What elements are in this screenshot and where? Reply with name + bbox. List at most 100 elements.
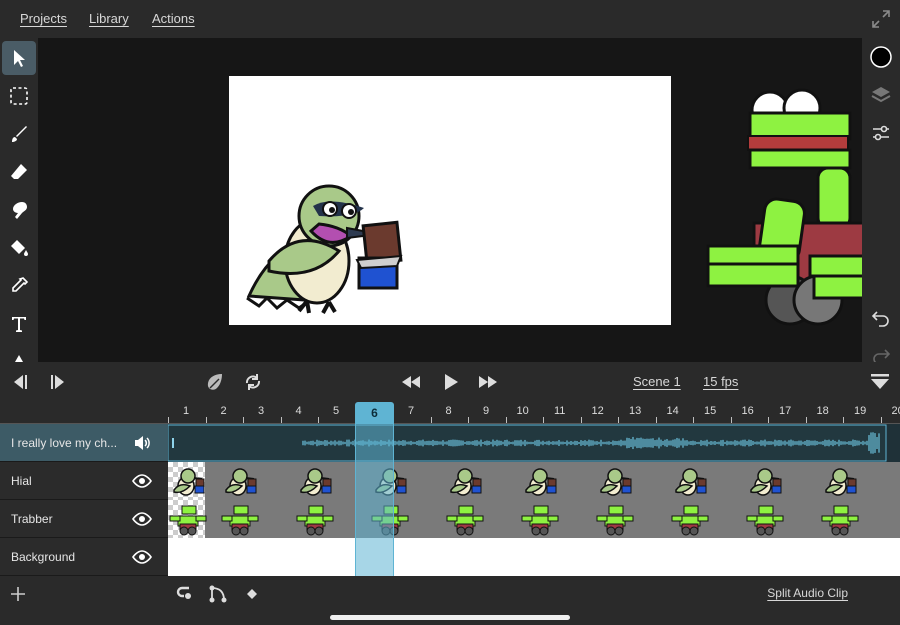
frame-number[interactable]: 7 bbox=[408, 405, 414, 417]
frame-number[interactable]: 18 bbox=[817, 405, 829, 417]
hial-frame-thumbnail[interactable] bbox=[520, 464, 560, 498]
frame-number[interactable]: 16 bbox=[742, 405, 754, 417]
marquee-tool[interactable] bbox=[2, 79, 36, 113]
audio-track[interactable] bbox=[168, 424, 900, 462]
marquee-icon bbox=[10, 87, 28, 105]
trabber-frame-thumbnail[interactable] bbox=[520, 502, 560, 536]
color-swatch[interactable] bbox=[868, 44, 894, 70]
hial-frame-thumbnail[interactable] bbox=[595, 464, 635, 498]
step-forward-icon bbox=[51, 375, 64, 389]
current-frame-marker[interactable]: 6 bbox=[355, 402, 394, 424]
hial-frame-thumbnail[interactable] bbox=[670, 464, 710, 498]
scene-selector[interactable]: Scene 1 bbox=[633, 374, 681, 389]
home-indicator bbox=[330, 615, 570, 620]
frame-number[interactable]: 12 bbox=[592, 405, 604, 417]
trabber-frame-thumbnail[interactable] bbox=[168, 502, 208, 536]
prev-frame-button[interactable] bbox=[8, 371, 30, 393]
collapse-timeline-button[interactable] bbox=[869, 371, 891, 393]
frame-number[interactable]: 20 bbox=[892, 405, 900, 417]
right-panel bbox=[862, 38, 900, 365]
layer-trabber[interactable]: Trabber bbox=[0, 500, 168, 538]
next-frame-button[interactable] bbox=[48, 371, 70, 393]
trabber-frame-thumbnail[interactable] bbox=[220, 502, 260, 536]
drawing-canvas[interactable] bbox=[229, 76, 671, 325]
add-layer-icon[interactable] bbox=[8, 584, 28, 604]
eye-icon[interactable] bbox=[132, 471, 152, 491]
trabber-frame-thumbnail[interactable] bbox=[670, 502, 710, 536]
eye-icon[interactable] bbox=[132, 547, 152, 567]
tween-icon[interactable] bbox=[208, 584, 228, 604]
trabber-track[interactable] bbox=[168, 500, 900, 538]
expand-icon[interactable] bbox=[870, 8, 892, 30]
layers-icon bbox=[871, 87, 891, 103]
fill-tool[interactable] bbox=[2, 231, 36, 265]
background-track[interactable] bbox=[168, 538, 900, 576]
actions-menu[interactable]: Actions bbox=[152, 11, 195, 26]
layer-name: Background bbox=[11, 550, 76, 564]
frame-tick bbox=[768, 417, 769, 423]
projects-menu[interactable]: Projects bbox=[20, 11, 67, 26]
fast-forward-button[interactable] bbox=[477, 371, 499, 393]
select-tool[interactable] bbox=[2, 41, 36, 75]
library-menu[interactable]: Library bbox=[89, 11, 129, 26]
frame-number[interactable]: 11 bbox=[554, 405, 565, 417]
split-audio-clip-button[interactable]: Split Audio Clip bbox=[767, 586, 848, 600]
brush-tool[interactable] bbox=[2, 117, 36, 151]
keyframe-icon[interactable] bbox=[242, 584, 262, 604]
text-icon bbox=[12, 317, 26, 332]
stage-area[interactable] bbox=[38, 38, 862, 362]
rewind-button[interactable] bbox=[400, 371, 422, 393]
hial-track[interactable] bbox=[168, 462, 900, 500]
frame-number[interactable]: 5 bbox=[333, 405, 339, 417]
frame-number[interactable]: 15 bbox=[704, 405, 716, 417]
eyedropper-tool[interactable] bbox=[2, 269, 36, 303]
trabber-frame-thumbnail[interactable] bbox=[595, 502, 635, 536]
frame-tool-icon[interactable] bbox=[175, 584, 195, 604]
layer-background[interactable]: Background bbox=[0, 538, 168, 576]
timeline-corner bbox=[0, 402, 168, 424]
frame-ruler[interactable]: 123457891011121314151617181920 bbox=[168, 402, 900, 424]
smudge-tool[interactable] bbox=[2, 193, 36, 227]
text-tool[interactable] bbox=[2, 307, 36, 341]
fps-selector[interactable]: 15 fps bbox=[703, 374, 738, 389]
frame-number[interactable]: 17 bbox=[779, 405, 791, 417]
frame-number[interactable]: 2 bbox=[221, 405, 227, 417]
frame-number[interactable]: 1 bbox=[183, 405, 189, 417]
frame-tick bbox=[580, 417, 582, 423]
current-frame-column bbox=[355, 424, 394, 576]
eraser-tool[interactable] bbox=[2, 155, 36, 189]
trabber-frame-thumbnail[interactable] bbox=[820, 502, 860, 536]
frame-number[interactable]: 9 bbox=[483, 405, 489, 417]
hial-frame-thumbnail[interactable] bbox=[168, 464, 208, 498]
hial-frame-thumbnail[interactable] bbox=[445, 464, 485, 498]
frame-number[interactable]: 4 bbox=[296, 405, 302, 417]
layer-audio[interactable]: I really love my ch... bbox=[0, 424, 168, 462]
eye-icon[interactable] bbox=[132, 509, 152, 529]
loop-button[interactable] bbox=[242, 371, 264, 393]
brush-icon bbox=[12, 126, 27, 142]
frame-tick bbox=[543, 417, 544, 423]
frame-number[interactable]: 19 bbox=[854, 405, 866, 417]
frame-number[interactable]: 3 bbox=[258, 405, 264, 417]
trabber-frame-thumbnail[interactable] bbox=[445, 502, 485, 536]
layer-hial[interactable]: Hial bbox=[0, 462, 168, 500]
adjustments-button[interactable] bbox=[868, 120, 894, 146]
layer-name: Hial bbox=[11, 474, 32, 488]
undo-button[interactable] bbox=[868, 304, 894, 330]
hial-frame-thumbnail[interactable] bbox=[295, 464, 335, 498]
frame-number[interactable]: 13 bbox=[629, 405, 641, 417]
frame-number[interactable]: 14 bbox=[667, 405, 679, 417]
layers-button[interactable] bbox=[868, 82, 894, 108]
frame-number[interactable]: 10 bbox=[517, 405, 529, 417]
frame-number[interactable]: 8 bbox=[446, 405, 452, 417]
hial-frame-thumbnail[interactable] bbox=[745, 464, 785, 498]
shape-tool[interactable] bbox=[2, 345, 36, 362]
speaker-icon[interactable] bbox=[132, 433, 152, 453]
onion-skin-button[interactable] bbox=[204, 371, 226, 393]
trabber-frame-thumbnail[interactable] bbox=[745, 502, 785, 536]
hial-frame-thumbnail[interactable] bbox=[820, 464, 860, 498]
hial-frame-thumbnail[interactable] bbox=[220, 464, 260, 498]
play-button[interactable] bbox=[440, 371, 462, 393]
frame-tick bbox=[693, 417, 694, 423]
trabber-frame-thumbnail[interactable] bbox=[295, 502, 335, 536]
